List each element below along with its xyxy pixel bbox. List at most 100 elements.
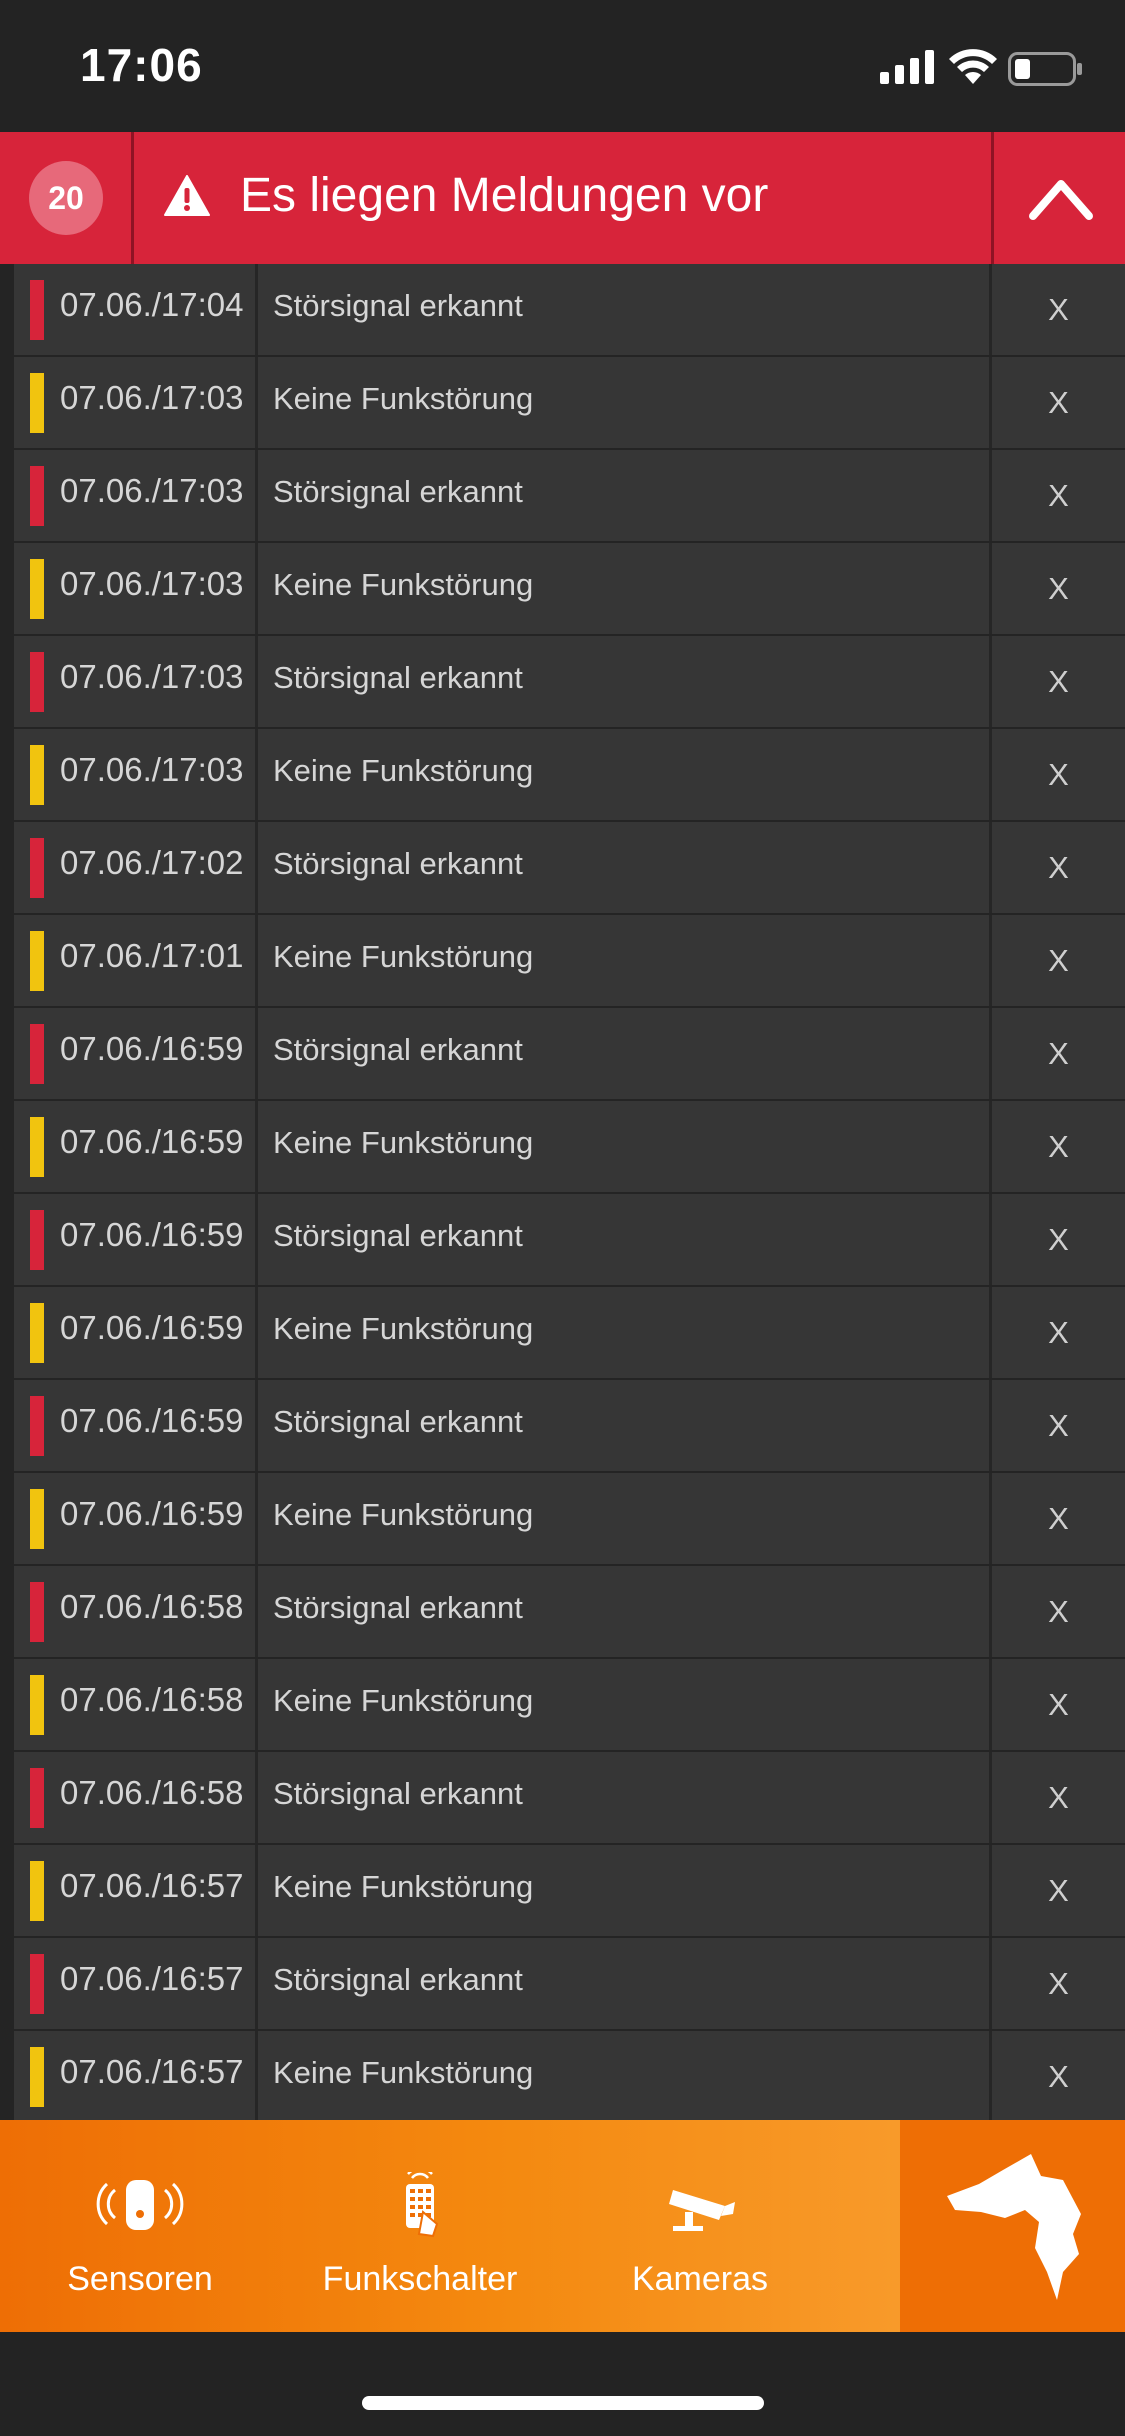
message-text: Keine Funkstörung [273, 1125, 534, 1160]
message-row[interactable]: 07.06./16:58 Keine Funkstörung X [14, 1659, 1125, 1750]
severity-marker-red [30, 280, 44, 340]
message-text: Keine Funkstörung [273, 381, 534, 416]
message-row[interactable]: 07.06./17:03 Keine Funkstörung X [14, 543, 1125, 634]
column-divider [255, 1938, 258, 2029]
dismiss-message-button[interactable]: X [992, 450, 1125, 541]
dismiss-message-button[interactable]: X [992, 1566, 1125, 1657]
dismiss-message-button[interactable]: X [992, 1845, 1125, 1936]
dismiss-message-button[interactable]: X [992, 264, 1125, 355]
severity-marker-red [30, 652, 44, 712]
severity-marker-yellow [30, 559, 44, 619]
message-row[interactable]: 07.06./16:59 Keine Funkstörung X [14, 1473, 1125, 1564]
home-indicator-area [0, 2332, 1125, 2436]
dismiss-message-button[interactable]: X [992, 357, 1125, 448]
message-time: 07.06./17:04 [60, 286, 244, 323]
message-time: 07.06./17:03 [60, 658, 244, 695]
dismiss-message-button[interactable]: X [992, 1752, 1125, 1843]
message-row[interactable]: 07.06./16:57 Störsignal erkannt X [14, 1938, 1125, 2029]
chevron-up-icon [1029, 180, 1093, 220]
message-time: 07.06./16:59 [60, 1030, 244, 1067]
tab-kameras-label: Kameras [631, 2260, 769, 2298]
message-row[interactable]: 07.06./17:04 Störsignal erkannt X [14, 264, 1125, 355]
message-row[interactable]: 07.06./16:59 Störsignal erkannt X [14, 1194, 1125, 1285]
message-text: Störsignal erkannt [273, 1032, 523, 1067]
severity-marker-yellow [30, 931, 44, 991]
severity-marker-red [30, 1582, 44, 1642]
warning-triangle-icon [164, 175, 210, 216]
remote-switch-icon [406, 2172, 439, 2238]
severity-marker-yellow [30, 1675, 44, 1735]
column-divider [255, 1566, 258, 1657]
message-row[interactable]: 07.06./17:03 Keine Funkstörung X [14, 357, 1125, 448]
message-time: 07.06./16:57 [60, 1867, 244, 1904]
dismiss-message-button[interactable]: X [992, 1473, 1125, 1564]
message-row[interactable]: 07.06./17:03 Störsignal erkannt X [14, 450, 1125, 541]
column-divider [255, 822, 258, 913]
dismiss-message-button[interactable]: X [992, 1659, 1125, 1750]
sensor-icon [96, 2180, 184, 2230]
message-text: Störsignal erkannt [273, 474, 523, 509]
message-text: Keine Funkstörung [273, 1683, 534, 1718]
message-text: Störsignal erkannt [273, 660, 523, 695]
message-text: Störsignal erkannt [273, 288, 523, 323]
collapse-alerts-button[interactable] [991, 132, 1125, 264]
message-time: 07.06./16:58 [60, 1681, 244, 1718]
severity-marker-yellow [30, 1489, 44, 1549]
column-divider [255, 450, 258, 541]
dismiss-message-button[interactable]: X [992, 1380, 1125, 1471]
message-text: Keine Funkstörung [273, 753, 534, 788]
severity-marker-red [30, 466, 44, 526]
dismiss-message-button[interactable]: X [992, 1008, 1125, 1099]
column-divider [255, 1473, 258, 1564]
message-row[interactable]: 07.06./17:02 Störsignal erkannt X [14, 822, 1125, 913]
severity-marker-red [30, 1396, 44, 1456]
message-row[interactable]: 07.06./17:03 Keine Funkstörung X [14, 729, 1125, 820]
message-text: Störsignal erkannt [273, 1218, 523, 1253]
dismiss-message-button[interactable]: X [992, 729, 1125, 820]
home-indicator[interactable] [362, 2396, 764, 2410]
message-time: 07.06./16:59 [60, 1402, 244, 1439]
message-time: 07.06./16:58 [60, 1774, 244, 1811]
dismiss-message-button[interactable]: X [992, 1938, 1125, 2029]
message-row[interactable]: 07.06./16:59 Keine Funkstörung X [14, 1101, 1125, 1192]
status-bar: 17:06 [0, 0, 1125, 132]
column-divider [255, 915, 258, 1006]
brand-logo-button[interactable] [900, 2120, 1125, 2332]
alert-title: Es liegen Meldungen vor [240, 169, 769, 222]
message-time: 07.06./17:03 [60, 565, 244, 602]
column-divider [255, 1659, 258, 1750]
dismiss-message-button[interactable]: X [992, 915, 1125, 1006]
message-row[interactable]: 07.06./16:59 Störsignal erkannt X [14, 1008, 1125, 1099]
tab-sensoren[interactable]: Sensoren [0, 2120, 280, 2332]
message-row[interactable]: 07.06./16:58 Störsignal erkannt X [14, 1566, 1125, 1657]
cellular-signal-icon [880, 50, 934, 84]
severity-marker-yellow [30, 1117, 44, 1177]
dismiss-message-button[interactable]: X [992, 2031, 1125, 2120]
tab-kameras[interactable]: Kameras [560, 2120, 840, 2332]
message-row[interactable]: 07.06./16:57 Keine Funkstörung X [14, 1845, 1125, 1936]
message-text: Keine Funkstörung [273, 1497, 534, 1532]
message-row[interactable]: 07.06./16:59 Keine Funkstörung X [14, 1287, 1125, 1378]
dismiss-message-button[interactable]: X [992, 822, 1125, 913]
message-row[interactable]: 07.06./16:59 Störsignal erkannt X [14, 1380, 1125, 1471]
message-time: 07.06./16:59 [60, 1216, 244, 1253]
message-time: 07.06./17:03 [60, 751, 244, 788]
dismiss-message-button[interactable]: X [992, 543, 1125, 634]
dismiss-message-button[interactable]: X [992, 1194, 1125, 1285]
message-list[interactable]: 07.06./17:04 Störsignal erkannt X 07.06./17… [0, 264, 1125, 2120]
message-text: Keine Funkstörung [273, 567, 534, 602]
column-divider [255, 729, 258, 820]
message-row[interactable]: 07.06./17:01 Keine Funkstörung X [14, 915, 1125, 1006]
message-row[interactable]: 07.06./16:58 Störsignal erkannt X [14, 1752, 1125, 1843]
message-time: 07.06./16:59 [60, 1495, 244, 1532]
column-divider [255, 1194, 258, 1285]
tab-funkschalter[interactable]: Funkschalter [280, 2120, 560, 2332]
message-time: 07.06./17:01 [60, 937, 244, 974]
dismiss-message-button[interactable]: X [992, 1101, 1125, 1192]
message-row[interactable]: 07.06./17:03 Störsignal erkannt X [14, 636, 1125, 727]
message-row[interactable]: 07.06./16:57 Keine Funkstörung X [14, 2031, 1125, 2120]
dismiss-message-button[interactable]: X [992, 636, 1125, 727]
severity-marker-yellow [30, 1303, 44, 1363]
message-text: Störsignal erkannt [273, 846, 523, 881]
dismiss-message-button[interactable]: X [992, 1287, 1125, 1378]
